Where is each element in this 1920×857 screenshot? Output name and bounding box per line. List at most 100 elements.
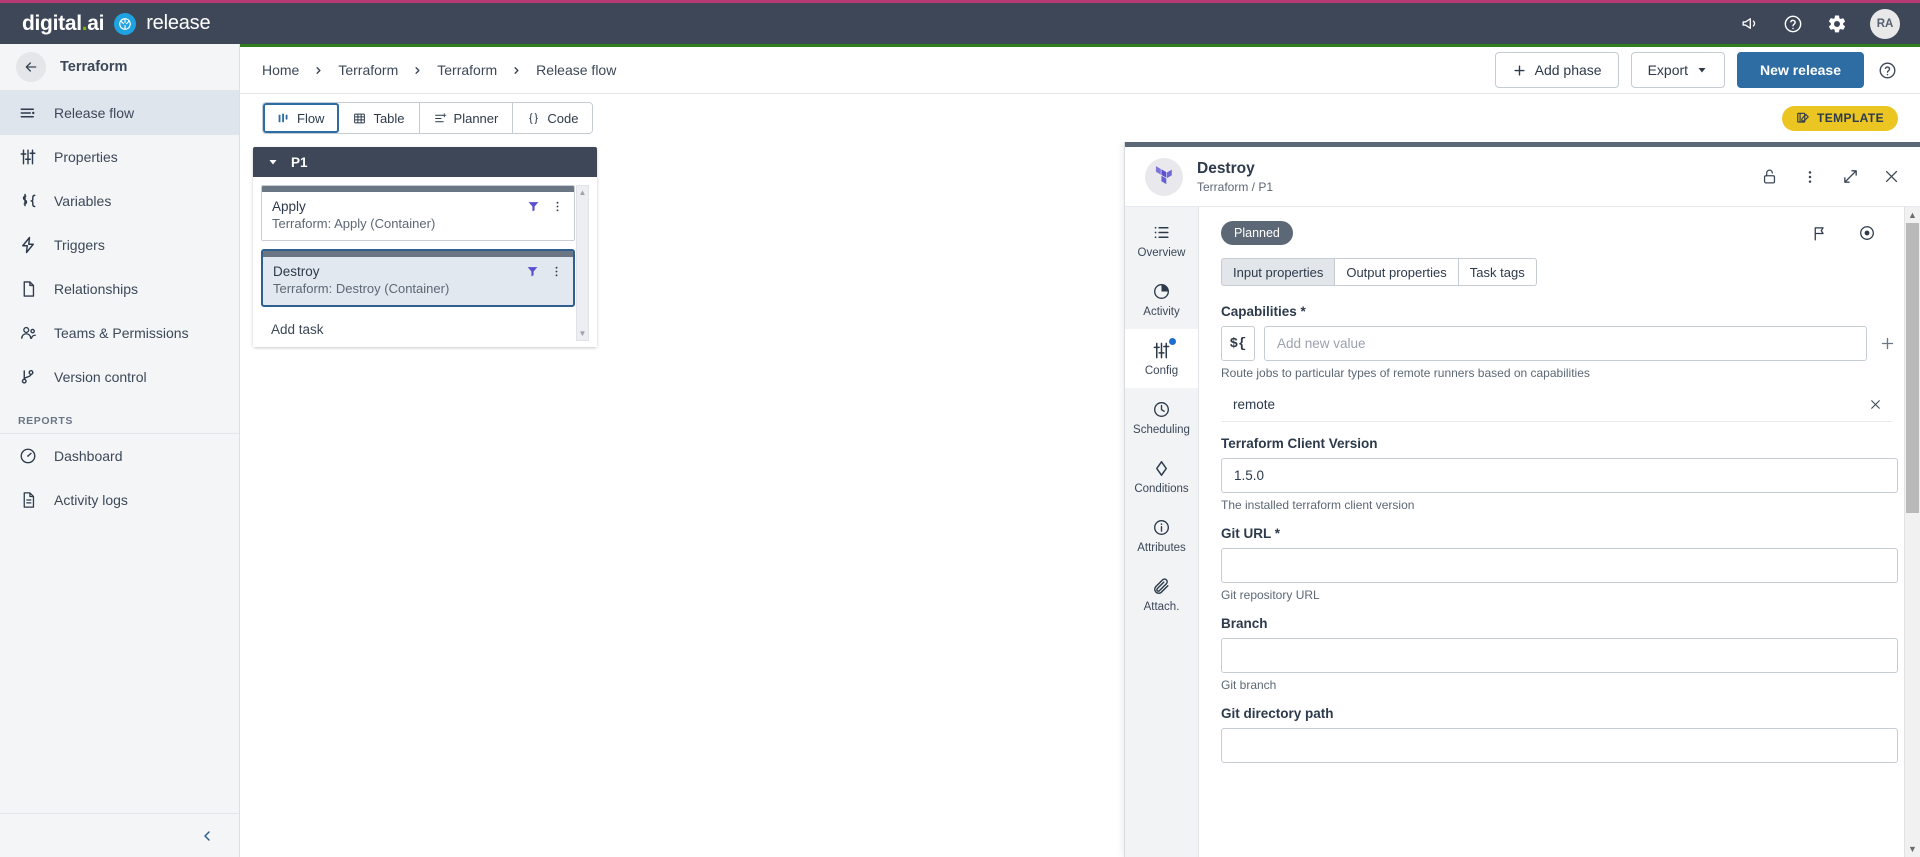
scrollbar-thumb[interactable] [1906, 223, 1919, 513]
tab-label: Activity [1143, 305, 1180, 318]
panel-scrollbar[interactable]: ▲ ▼ [1904, 207, 1920, 857]
close-icon[interactable] [1883, 168, 1900, 185]
scroll-up-icon[interactable]: ▲ [1908, 207, 1917, 223]
sidebar-section-reports: REPORTS [18, 415, 73, 427]
tab-label: Conditions [1134, 482, 1189, 495]
expression-toggle-button[interactable]: ${ [1221, 326, 1255, 361]
task-name: Apply [272, 199, 306, 214]
announcement-icon[interactable] [1738, 13, 1760, 35]
template-badge[interactable]: TEMPLATE [1782, 105, 1898, 131]
phase-header[interactable]: P1 [253, 147, 597, 177]
tab-code[interactable]: Code [513, 103, 593, 133]
tab-flow[interactable]: Flow [263, 103, 340, 133]
sidebar-item-relationships[interactable]: Relationships [0, 267, 239, 311]
breadcrumb-item-folder[interactable]: Terraform [338, 62, 398, 78]
plus-icon[interactable] [1876, 335, 1898, 352]
expand-icon[interactable] [1842, 168, 1859, 185]
kebab-menu-icon[interactable] [550, 265, 563, 278]
settings-icon[interactable] [1826, 13, 1848, 35]
sidebar-item-release-flow[interactable]: Release flow [0, 91, 239, 135]
chip-label: remote [1233, 397, 1276, 412]
user-avatar[interactable]: RA [1870, 8, 1900, 39]
tab-attachments[interactable]: Attach. [1125, 565, 1198, 624]
sidebar-item-variables[interactable]: Variables [0, 179, 239, 223]
tab-task-tags[interactable]: Task tags [1457, 258, 1537, 286]
tab-output-properties[interactable]: Output properties [1334, 258, 1458, 286]
help-icon[interactable] [1782, 13, 1804, 35]
filter-icon[interactable] [526, 265, 539, 278]
terraform-logo-icon [1145, 157, 1183, 196]
kebab-menu-icon[interactable] [1802, 169, 1818, 185]
tab-label: Attributes [1137, 541, 1186, 554]
chevron-right-icon [511, 65, 522, 76]
terraform-client-version-input[interactable] [1221, 458, 1898, 493]
tab-label: Overview [1137, 246, 1186, 259]
tab-flow-label: Flow [297, 110, 325, 126]
unlock-icon[interactable] [1761, 168, 1778, 185]
add-phase-button[interactable]: Add phase [1494, 52, 1619, 88]
tab-input-properties[interactable]: Input properties [1221, 258, 1335, 286]
sidebar-item-teams-permissions[interactable]: Teams & Permissions [0, 311, 239, 355]
breadcrumb-item-template[interactable]: Terraform [437, 62, 497, 78]
list-icon [1152, 223, 1171, 242]
sidebar-item-label: Teams & Permissions [54, 325, 189, 341]
log-document-icon [18, 491, 38, 509]
tab-label: Scheduling [1133, 423, 1190, 436]
kebab-menu-icon[interactable] [551, 200, 564, 213]
brand-logo[interactable]: digital.ai release [0, 12, 211, 36]
task-header: Destroy [263, 257, 573, 281]
braces-icon [527, 112, 540, 125]
scroll-down-icon[interactable]: ▼ [579, 329, 587, 338]
export-button[interactable]: Export [1630, 52, 1726, 88]
sidebar-item-properties[interactable]: Properties [0, 135, 239, 179]
sidebar-title: Terraform [60, 59, 128, 75]
help-circle-icon[interactable] [1876, 59, 1898, 81]
git-directory-path-input[interactable] [1221, 728, 1898, 763]
task-card-destroy[interactable]: Destroy Terraform: Destroy (Container) [261, 249, 575, 307]
task-card-apply[interactable]: Apply Terraform: Apply (Container) [261, 185, 575, 241]
scroll-up-icon[interactable]: ▲ [579, 188, 587, 197]
tab-planner[interactable]: Planner [419, 103, 514, 133]
flag-icon[interactable] [1811, 225, 1828, 242]
task-list: Apply Terraform: Apply (Container) Destr… [261, 185, 589, 315]
eye-target-icon[interactable] [1858, 224, 1876, 242]
tab-table[interactable]: Table [339, 103, 420, 133]
sidebar-item-activity-logs[interactable]: Activity logs [0, 478, 239, 522]
sidebar-item-version-control[interactable]: Version control [0, 355, 239, 399]
sidebar-item-triggers[interactable]: Triggers [0, 223, 239, 267]
sidebar-item-label: Activity logs [54, 492, 128, 508]
tab-scheduling[interactable]: Scheduling [1125, 388, 1198, 447]
back-arrow-icon[interactable] [16, 52, 46, 82]
caret-down-icon[interactable] [267, 156, 279, 168]
sidebar-item-dashboard[interactable]: Dashboard [0, 434, 239, 478]
sidebar-collapse-button[interactable] [0, 813, 239, 857]
task-list-scrollbar[interactable]: ▲ ▼ [576, 185, 589, 341]
scroll-down-icon[interactable]: ▼ [1908, 841, 1917, 857]
add-task-button[interactable]: Add task [261, 315, 589, 347]
task-icon-group [527, 200, 564, 213]
field-help: Route jobs to particular types of remote… [1221, 366, 1590, 380]
plus-icon [1512, 63, 1527, 78]
info-icon [1152, 518, 1171, 537]
field-capabilities: Capabilities * ${ Route jobs to partic [1221, 304, 1898, 422]
clock-icon [1152, 400, 1171, 419]
paperclip-icon [1152, 577, 1171, 596]
task-subtitle: Terraform: Destroy (Container) [273, 281, 450, 296]
tab-config[interactable]: Config [1125, 329, 1198, 388]
breadcrumb: Home Terraform Terraform Release flow [262, 62, 616, 78]
branch-input[interactable] [1221, 638, 1898, 673]
tab-activity[interactable]: Activity [1125, 270, 1198, 329]
tab-attributes[interactable]: Attributes [1125, 506, 1198, 565]
filter-icon[interactable] [527, 200, 540, 213]
new-release-button[interactable]: New release [1737, 52, 1864, 88]
breadcrumb-item-home[interactable]: Home [262, 62, 299, 78]
sidebar-item-label: Triggers [54, 237, 105, 253]
field-help: The installed terraform client version [1221, 498, 1415, 512]
panel-header: Destroy Terraform / P1 [1125, 147, 1920, 207]
git-url-input[interactable] [1221, 548, 1898, 583]
capabilities-input[interactable] [1264, 326, 1867, 361]
view-mode-tabs: Flow Table Planner Code [262, 102, 594, 134]
tab-conditions[interactable]: Conditions [1125, 447, 1198, 506]
tab-overview[interactable]: Overview [1125, 211, 1198, 270]
close-icon[interactable] [1869, 398, 1890, 411]
